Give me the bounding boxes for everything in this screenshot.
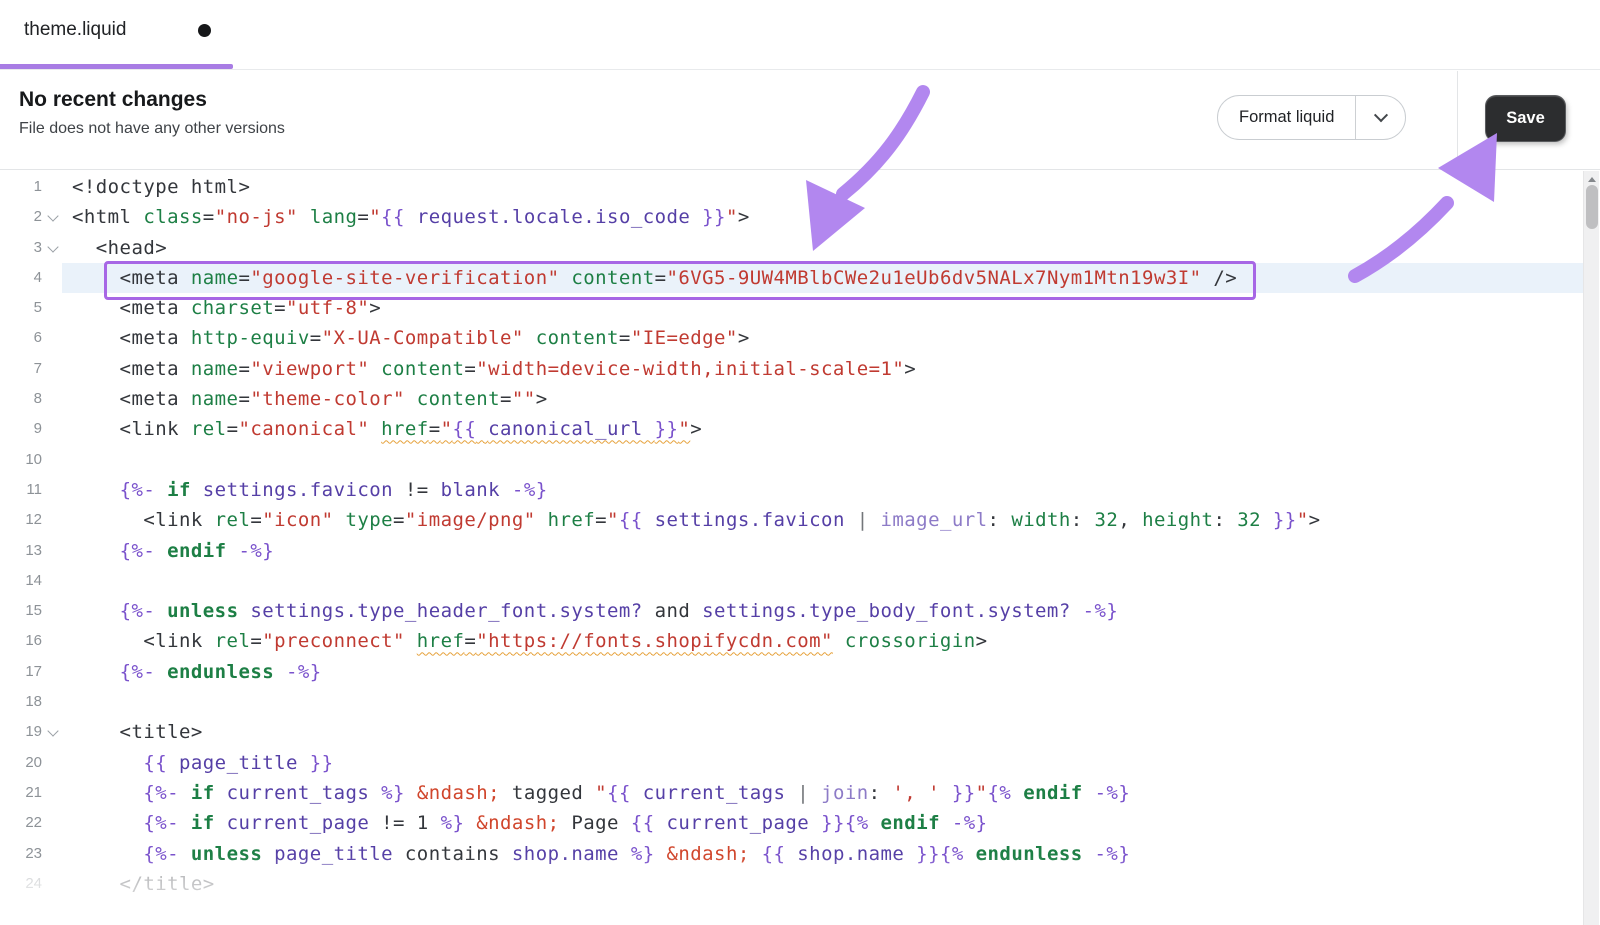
line-number: 17	[0, 657, 62, 687]
line-number: 9	[0, 414, 62, 444]
scrollbar-thumb[interactable]	[1586, 185, 1598, 229]
line-number: 2	[0, 202, 62, 232]
line-number: 14	[0, 566, 62, 596]
save-button[interactable]: Save	[1486, 96, 1565, 141]
fold-chevron-icon[interactable]	[47, 242, 59, 254]
code-line[interactable]: 1<!doctype html>	[0, 172, 1583, 202]
code-line[interactable]: 19 <title>	[0, 717, 1583, 747]
code-line[interactable]: 13 {%- endif -%}	[0, 536, 1583, 566]
tab-theme-liquid[interactable]: theme.liquid	[0, 0, 233, 70]
line-number: 5	[0, 293, 62, 323]
code-line[interactable]: 16 <link rel="preconnect" href="https://…	[0, 626, 1583, 656]
code-line[interactable]: 11 {%- if settings.favicon != blank -%}	[0, 475, 1583, 505]
code-line[interactable]: 4 <meta name="google-site-verification" …	[0, 263, 1583, 293]
code-line[interactable]: 8 <meta name="theme-color" content="">	[0, 384, 1583, 414]
code-line-content[interactable]: {{ page_title }}	[62, 748, 1583, 778]
chevron-down-icon	[1374, 108, 1388, 122]
format-liquid-dropdown[interactable]	[1355, 96, 1405, 139]
line-number: 4	[0, 263, 62, 293]
line-number: 12	[0, 505, 62, 535]
line-number: 19	[0, 717, 62, 747]
code-line[interactable]: 10	[0, 445, 1583, 475]
scrollbar-up-arrow-icon[interactable]	[1588, 177, 1596, 182]
line-number: 22	[0, 808, 62, 838]
code-line-content[interactable]: {%- unless settings.type_header_font.sys…	[62, 596, 1583, 626]
code-line[interactable]: 21 {%- if current_tags %} &ndash; tagged…	[0, 778, 1583, 808]
code-line-content[interactable]: <meta name="theme-color" content="">	[62, 384, 1583, 414]
code-line[interactable]: 9 <link rel="canonical" href="{{ canonic…	[0, 414, 1583, 444]
code-line-content[interactable]: <link rel="preconnect" href="https://fon…	[62, 626, 1583, 656]
format-liquid-button[interactable]: Format liquid	[1218, 96, 1355, 139]
version-title: No recent changes	[19, 88, 207, 112]
code-line[interactable]: 6 <meta http-equiv="X-UA-Compatible" con…	[0, 323, 1583, 353]
code-line[interactable]: 14	[0, 566, 1583, 596]
code-line[interactable]: 7 <meta name="viewport" content="width=d…	[0, 354, 1583, 384]
code-line-content[interactable]: </title>	[62, 869, 1583, 899]
fold-chevron-icon[interactable]	[47, 211, 59, 223]
line-number: 3	[0, 233, 62, 263]
code-line-content[interactable]: <!doctype html>	[62, 172, 1583, 202]
code-line[interactable]: 24 </title>	[0, 869, 1583, 899]
code-line[interactable]: 23 {%- unless page_title contains shop.n…	[0, 839, 1583, 869]
code-line-content[interactable]: <link rel="canonical" href="{{ canonical…	[62, 414, 1583, 444]
line-number: 24	[0, 869, 62, 899]
line-number: 18	[0, 687, 62, 717]
line-number: 21	[0, 778, 62, 808]
code-line[interactable]: 22 {%- if current_page != 1 %} &ndash; P…	[0, 808, 1583, 838]
scrollbar-track[interactable]	[1583, 171, 1599, 925]
code-line-content[interactable]: {%- endunless -%}	[62, 657, 1583, 687]
tab-bar: theme.liquid	[0, 0, 1600, 70]
line-number: 16	[0, 626, 62, 656]
code-lines: 1<!doctype html>2<html class="no-js" lan…	[0, 172, 1583, 899]
line-number: 13	[0, 536, 62, 566]
line-number: 10	[0, 445, 62, 475]
active-tab-underline	[0, 64, 233, 69]
code-line-content[interactable]: <meta charset="utf-8">	[62, 293, 1583, 323]
code-line[interactable]: 20 {{ page_title }}	[0, 748, 1583, 778]
code-line[interactable]: 15 {%- unless settings.type_header_font.…	[0, 596, 1583, 626]
code-line-content[interactable]: {%- unless page_title contains shop.name…	[62, 839, 1583, 869]
code-line-content[interactable]: {%- if settings.favicon != blank -%}	[62, 475, 1583, 505]
fold-chevron-icon[interactable]	[47, 726, 59, 738]
code-line[interactable]: 17 {%- endunless -%}	[0, 657, 1583, 687]
code-line-content[interactable]: <link rel="icon" type="image/png" href="…	[62, 505, 1583, 535]
line-number: 20	[0, 748, 62, 778]
format-liquid-split-button: Format liquid	[1217, 95, 1406, 140]
unsaved-dot-icon	[198, 24, 211, 37]
version-header: No recent changes File does not have any…	[0, 71, 1600, 170]
line-number: 23	[0, 839, 62, 869]
version-subtitle: File does not have any other versions	[19, 120, 285, 138]
tab-label: theme.liquid	[24, 19, 126, 41]
line-number: 1	[0, 172, 62, 202]
line-number: 6	[0, 323, 62, 353]
code-line-content[interactable]: {%- endif -%}	[62, 536, 1583, 566]
code-line[interactable]: 18	[0, 687, 1583, 717]
code-line[interactable]: 3 <head>	[0, 233, 1583, 263]
code-line-content[interactable]: <meta name="viewport" content="width=dev…	[62, 354, 1583, 384]
code-line-content[interactable]: {%- if current_tags %} &ndash; tagged "{…	[62, 778, 1583, 808]
code-line[interactable]: 12 <link rel="icon" type="image/png" hre…	[0, 505, 1583, 535]
line-number: 7	[0, 354, 62, 384]
code-editor[interactable]: 1<!doctype html>2<html class="no-js" lan…	[0, 171, 1583, 925]
code-line-content[interactable]: <html class="no-js" lang="{{ request.loc…	[62, 202, 1583, 232]
line-number: 11	[0, 475, 62, 505]
code-line-content[interactable]: <head>	[62, 233, 1583, 263]
code-line-content[interactable]: <meta name="google-site-verification" co…	[62, 263, 1583, 293]
code-line-content[interactable]	[62, 687, 1583, 717]
code-line-content[interactable]: <title>	[62, 717, 1583, 747]
code-line-content[interactable]	[62, 445, 1583, 475]
code-line-content[interactable]	[62, 566, 1583, 596]
line-number: 15	[0, 596, 62, 626]
line-number: 8	[0, 384, 62, 414]
code-line[interactable]: 2<html class="no-js" lang="{{ request.lo…	[0, 202, 1583, 232]
code-line-content[interactable]: {%- if current_page != 1 %} &ndash; Page…	[62, 808, 1583, 838]
header-vertical-divider	[1457, 71, 1458, 170]
code-line-content[interactable]: <meta http-equiv="X-UA-Compatible" conte…	[62, 323, 1583, 353]
code-line[interactable]: 5 <meta charset="utf-8">	[0, 293, 1583, 323]
